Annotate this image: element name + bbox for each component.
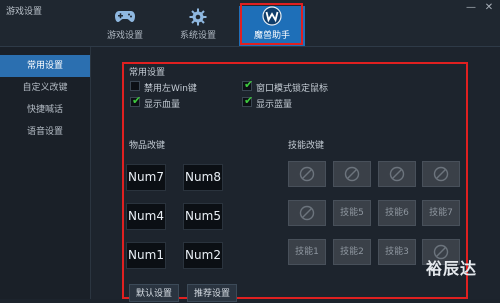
- check-icon: ✔: [244, 78, 254, 91]
- tab-system-settings-label: 系统设置: [179, 31, 216, 41]
- watermark-text: 裕辰达: [426, 259, 478, 278]
- checkbox-disable-left-win[interactable]: [130, 81, 140, 91]
- default-settings-button[interactable]: 默认设置: [129, 284, 179, 302]
- gamepad-icon: [92, 8, 158, 28]
- checkbox-show-mana[interactable]: ✔: [242, 94, 254, 107]
- checkbox-show-health[interactable]: ✔: [130, 94, 142, 107]
- item-key-slot[interactable]: Num8: [183, 164, 223, 191]
- option-label-disable-left-win: 禁用左Win键: [144, 84, 197, 94]
- tab-game-settings-label: 游戏设置: [106, 31, 143, 41]
- item-key-slot[interactable]: Num4: [126, 203, 166, 230]
- skill-key-slot[interactable]: 技能2: [333, 239, 371, 265]
- section-label-skills: 技能改键: [288, 141, 325, 151]
- skill-key-slot-empty[interactable]: [422, 161, 460, 187]
- option-label-lock-mouse: 窗口模式锁定鼠标: [256, 84, 329, 94]
- disabled-icon: [344, 166, 360, 182]
- skill-key-slot[interactable]: 技能6: [378, 200, 416, 226]
- skill-key-slot[interactable]: 技能1: [288, 239, 326, 265]
- check-icon: ✔: [244, 94, 254, 107]
- sidebar-item-voice-settings[interactable]: 语音设置: [0, 121, 90, 143]
- tab-warcraft-helper[interactable]: 魔兽助手: [239, 6, 305, 46]
- section-label-items: 物品改键: [129, 141, 166, 151]
- disabled-icon: [433, 166, 449, 182]
- sidebar: 常用设置 自定义改键 快捷喊话 语音设置: [0, 47, 91, 299]
- checkbox-lock-mouse[interactable]: ✔: [242, 78, 254, 91]
- skill-key-slot-empty[interactable]: [378, 161, 416, 187]
- option-label-show-mana: 显示蓝量: [256, 100, 293, 110]
- warcraft-logo-icon: [239, 6, 305, 28]
- option-label-show-health: 显示血量: [144, 100, 181, 110]
- skill-key-slot-empty[interactable]: [288, 161, 326, 187]
- minimize-button[interactable]: —: [464, 2, 478, 13]
- sidebar-item-quick-chat[interactable]: 快捷喊话: [0, 99, 90, 121]
- gear-icon: [165, 8, 231, 28]
- tab-system-settings[interactable]: 系统设置: [165, 8, 231, 46]
- close-button[interactable]: ✕: [482, 2, 496, 13]
- skill-key-slot[interactable]: 技能7: [422, 200, 460, 226]
- sidebar-item-custom-keys[interactable]: 自定义改键: [0, 77, 90, 99]
- disabled-icon: [389, 166, 405, 182]
- disabled-icon: [299, 166, 315, 182]
- sidebar-item-common-settings[interactable]: 常用设置: [0, 55, 90, 77]
- skill-key-slot[interactable]: 技能5: [333, 200, 371, 226]
- item-key-slot[interactable]: Num5: [183, 203, 223, 230]
- section-label-common: 常用设置: [129, 68, 166, 78]
- disabled-icon: [299, 205, 315, 221]
- skill-key-slot-empty[interactable]: [333, 161, 371, 187]
- tab-warcraft-helper-label: 魔兽助手: [253, 31, 290, 41]
- skill-key-slot-empty[interactable]: [288, 200, 326, 226]
- item-key-slot[interactable]: Num2: [183, 242, 223, 269]
- item-key-slot[interactable]: Num1: [126, 242, 166, 269]
- tab-game-settings[interactable]: 游戏设置: [92, 8, 158, 46]
- skill-key-slot[interactable]: 技能3: [378, 239, 416, 265]
- recommended-settings-button[interactable]: 推荐设置: [187, 284, 237, 302]
- check-icon: ✔: [132, 94, 142, 107]
- window-title: 游戏设置: [6, 7, 43, 17]
- item-key-slot[interactable]: Num7: [126, 164, 166, 191]
